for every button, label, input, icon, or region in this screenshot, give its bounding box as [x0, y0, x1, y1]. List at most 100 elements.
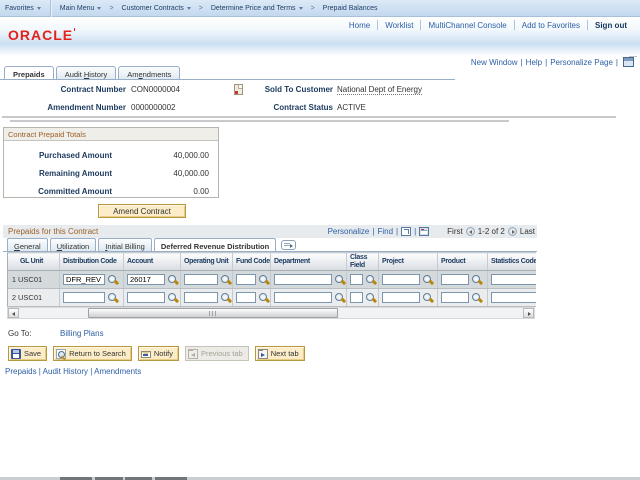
lookup-icon[interactable]: [365, 292, 376, 303]
lookup-icon[interactable]: [220, 292, 231, 303]
multichannel-link[interactable]: MultiChannel Console: [421, 21, 513, 30]
col-gl-unit: GL Unit: [7, 251, 60, 272]
crumb-determine-price[interactable]: Determine Price and Terms: [206, 5, 308, 12]
gl-unit-value: USC01: [18, 275, 43, 285]
col-product: Product: [437, 251, 488, 272]
footer-prepaids-link[interactable]: Prepaids: [5, 367, 37, 376]
operating-unit-input[interactable]: [184, 292, 218, 304]
lookup-icon[interactable]: [334, 274, 345, 285]
grid-tab-utilization[interactable]: Utilization: [49, 238, 97, 251]
amend-contract-button[interactable]: Amend Contract: [98, 204, 186, 218]
save-button[interactable]: Save: [8, 346, 48, 361]
tab-amendments[interactable]: Amendments: [118, 66, 181, 80]
project-input[interactable]: [382, 292, 420, 304]
project-input[interactable]: [382, 274, 420, 286]
fund-code-input[interactable]: [236, 292, 256, 304]
footer-audit-history-link[interactable]: Audit History: [43, 367, 88, 376]
add-to-favorites-link[interactable]: Add to Favorites: [515, 21, 587, 30]
download-icon[interactable]: [419, 227, 430, 236]
pager-first[interactable]: First: [447, 227, 463, 236]
lookup-icon[interactable]: [167, 292, 178, 303]
home-link[interactable]: Home: [342, 21, 377, 30]
main-menu[interactable]: Main Menu: [55, 5, 107, 12]
new-window-link[interactable]: New Window: [471, 58, 518, 67]
lookup-icon[interactable]: [422, 292, 433, 303]
screen: Favorites Main Menu > Customer Contracts…: [0, 0, 640, 480]
product-input[interactable]: [441, 274, 469, 286]
worklist-link[interactable]: Worklist: [378, 21, 420, 30]
pager-last[interactable]: Last: [520, 227, 535, 236]
view-all-icon[interactable]: [401, 227, 412, 236]
lookup-icon[interactable]: [471, 292, 482, 303]
col-account: Account: [123, 251, 181, 272]
chevron-down-icon: [97, 6, 102, 10]
lookup-icon[interactable]: [471, 274, 482, 285]
crumb-separator: >: [310, 4, 315, 12]
scroll-right-arrow[interactable]: [523, 308, 534, 319]
new-window-icon[interactable]: [623, 57, 634, 67]
breadcrumb-bar: Favorites Main Menu > Customer Contracts…: [0, 0, 640, 17]
personalize-page-link[interactable]: Personalize Page: [550, 58, 613, 67]
separator: [49, 0, 51, 17]
grid-tab-initial-billing[interactable]: Initial Billing: [98, 238, 152, 251]
committed-amount-label: Committed Amount: [38, 187, 112, 196]
purchased-amount-label: Purchased Amount: [38, 151, 112, 160]
return-to-search-icon: [56, 348, 67, 359]
statistics-code-input[interactable]: [491, 292, 536, 304]
lookup-icon[interactable]: [107, 274, 118, 285]
fund-code-input[interactable]: [236, 274, 256, 286]
personalize-link[interactable]: Personalize: [328, 227, 370, 236]
crumb-customer-contracts[interactable]: Customer Contracts: [117, 5, 196, 12]
lookup-icon[interactable]: [422, 274, 433, 285]
statistics-code-input[interactable]: [491, 274, 536, 286]
grid-horizontal-scrollbar[interactable]: [7, 307, 535, 320]
notify-button[interactable]: Notify: [137, 346, 179, 361]
committed-amount-value: 0.00: [193, 187, 209, 196]
grid-pager: First 1-2 of 2 Last: [447, 227, 535, 236]
lookup-icon[interactable]: [167, 274, 178, 285]
return-to-search-button[interactable]: Return to Search: [53, 346, 132, 361]
contract-number-label: Contract Number: [60, 85, 126, 94]
billing-plans-link[interactable]: Billing Plans: [60, 329, 140, 338]
tab-audit-history[interactable]: Audit History: [55, 66, 117, 80]
col-fund-code: Fund Code: [232, 251, 271, 272]
class-field-input[interactable]: [350, 292, 363, 304]
sold-to-value[interactable]: National Dept of Energy: [337, 85, 422, 95]
lookup-icon[interactable]: [258, 274, 269, 285]
product-input[interactable]: [441, 292, 469, 304]
grid-header-row: GL Unit Distribution Code Account Operat…: [7, 251, 536, 272]
scroll-thumb[interactable]: [88, 308, 338, 319]
scroll-left-arrow[interactable]: [8, 308, 19, 319]
department-input[interactable]: [274, 274, 332, 286]
account-input[interactable]: [127, 274, 165, 286]
lookup-icon[interactable]: [220, 274, 231, 285]
account-input[interactable]: [127, 292, 165, 304]
grid-tab-general[interactable]: General: [7, 238, 48, 251]
page-tabs: Prepaids Audit History Amendments: [4, 65, 182, 80]
pager-prev-icon[interactable]: [465, 227, 475, 236]
distribution-code-input[interactable]: [63, 274, 105, 286]
favorites-menu[interactable]: Favorites: [0, 5, 46, 12]
pager-next-icon[interactable]: [507, 227, 517, 236]
chevron-down-icon: [36, 6, 41, 10]
find-link[interactable]: Find: [377, 227, 393, 236]
sign-out-link[interactable]: Sign out: [588, 21, 634, 30]
lookup-icon[interactable]: [107, 292, 118, 303]
chevron-down-icon: [186, 6, 191, 10]
col-project: Project: [378, 251, 438, 272]
show-all-columns-button[interactable]: [281, 240, 297, 250]
tab-prepaids[interactable]: Prepaids: [4, 66, 54, 80]
class-field-input[interactable]: [350, 274, 363, 286]
col-department: Department: [270, 251, 347, 272]
help-link[interactable]: Help: [526, 58, 542, 67]
department-input[interactable]: [274, 292, 332, 304]
divider: [10, 120, 509, 122]
next-tab-button[interactable]: Next tab: [254, 346, 305, 361]
footer-amendments-link[interactable]: Amendments: [94, 367, 141, 376]
lookup-icon[interactable]: [334, 292, 345, 303]
lookup-icon[interactable]: [258, 292, 269, 303]
lookup-icon[interactable]: [365, 274, 376, 285]
grid-tab-deferred-revenue[interactable]: Deferred Revenue Distribution: [153, 238, 277, 251]
operating-unit-input[interactable]: [184, 274, 218, 286]
distribution-code-input[interactable]: [63, 292, 105, 304]
